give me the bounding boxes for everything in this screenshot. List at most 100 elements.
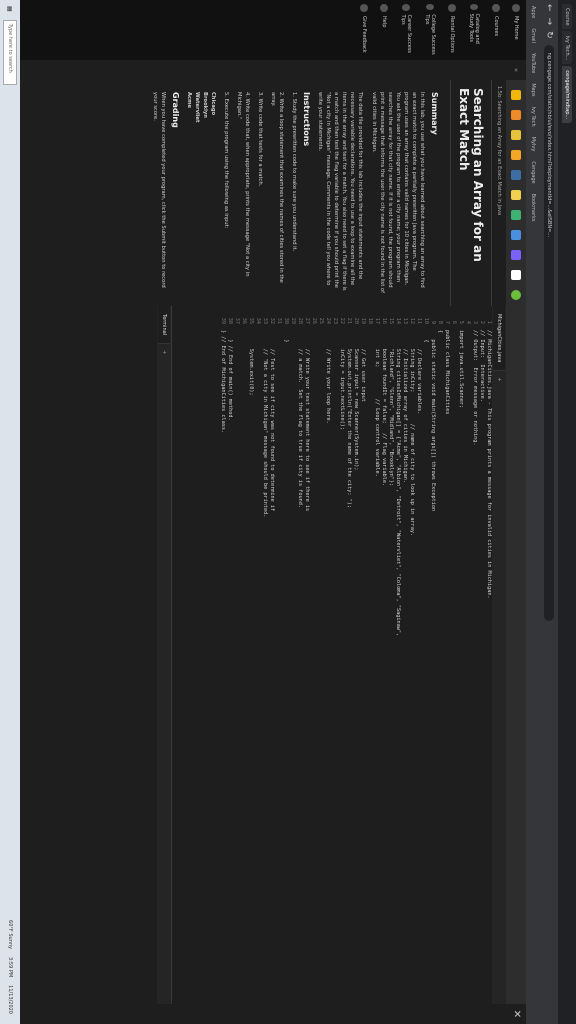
code-line[interactable]: 22 inCity = input.nextLine(); [338,306,345,1024]
terminal-tab[interactable]: Terminal [158,306,170,345]
dictionary-icon[interactable] [511,150,521,160]
code-line[interactable]: 11 // Declare variables. [415,306,422,1024]
sidebar-item-home[interactable]: My Home [506,0,526,60]
sidebar-item-label: College Success Tips [424,14,436,55]
code-line[interactable]: 23 [331,306,338,1024]
add-tab-icon[interactable]: + [493,371,505,387]
sidebar-item-label: Help [381,16,387,28]
code-line[interactable]: 18 [366,306,373,1024]
progress-icon[interactable] [511,290,521,300]
code-line[interactable]: 3 // Output: Error message or nothing. [471,306,478,1024]
code-line[interactable]: 2 // Input: Interactive. [478,306,485,1024]
bookmark[interactable]: Maps [530,83,536,96]
taskbar-search-input[interactable]: Type here to search [3,19,17,85]
bookmark[interactable]: YouTube [530,53,536,73]
line-number: 15 [388,317,394,324]
code-line[interactable]: 32 // Test to see if city was not found … [268,306,275,1024]
back-icon[interactable]: ← [544,4,554,12]
code-line[interactable]: 37 [233,306,240,1024]
panel-divider[interactable] [171,306,172,1024]
terminal-panel[interactable] [0,306,157,1024]
add-terminal-icon[interactable]: + [158,344,170,360]
line-number: 7 [444,320,450,324]
code-line[interactable]: 30 } [282,306,289,1024]
code-line[interactable]: 15 "Richland", "Glenn", "Midland", "Broo… [387,306,394,1024]
code-line[interactable]: 5 import java.util.Scanner; [457,306,464,1024]
summary-paragraph: In this lab, you use what you have learn… [371,92,425,293]
chevron-left-icon[interactable]: « [512,60,526,80]
code-line[interactable]: 35 System.exit(0); [247,306,254,1024]
instruction-step: 2. Write a loop statement that examines … [270,92,284,283]
browser-tab[interactable]: Course [562,4,572,30]
url-field[interactable]: ng.cengage.com/static/nb/ui/evo/index.ht… [544,44,554,621]
sidebar-item-college-tips[interactable]: College Success Tips [418,0,442,60]
sidebar-item-label: Career Success Tips [400,14,412,54]
code-line[interactable]: 31 [275,306,282,1024]
code-line[interactable]: 27 // Write your test statement here to … [303,306,310,1024]
code-line[interactable]: 36 [240,306,247,1024]
code-line[interactable]: 28 // a match. Set the flag to true if c… [296,306,303,1024]
bookmark[interactable]: Apps [530,6,536,18]
code-line[interactable]: 29 [289,306,296,1024]
notes-icon[interactable] [511,130,521,140]
sidebar-item-help[interactable]: Help [374,0,394,60]
code-line[interactable]: 39} // End of MichiganCities class. [219,306,226,1024]
close-icon[interactable]: ✕ [511,1004,522,1024]
rss-icon[interactable] [511,110,521,120]
code-text: System.out.println("Enter the name of th… [346,330,352,509]
code-line[interactable]: 13 // Initialized array of cities in Mic… [401,306,408,1024]
forward-icon[interactable]: → [544,18,554,26]
tree-icon[interactable] [511,210,521,220]
sidebar-item-courses[interactable]: Courses [486,0,506,60]
right-panel: ✕ [0,1004,526,1024]
code-area[interactable]: 1 // MichiganCities.java - This program p… [172,306,492,1024]
pencil-icon[interactable] [511,90,521,100]
line-number: 30 [283,317,289,324]
code-text: public static void main(String args[]) t… [430,330,436,512]
code-line[interactable]: 6 [450,306,457,1024]
bookmark[interactable]: Cengage [530,161,536,183]
code-line[interactable]: 38 } // End of main() method. [226,306,233,1024]
code-line[interactable]: 14 String citiesInMichigan[] = {"Acme", … [394,306,401,1024]
sidebar-item-rental[interactable]: Rental Options [442,0,462,60]
code-line[interactable]: 4 [464,306,471,1024]
windows-start-icon[interactable]: ▦ [7,6,14,12]
code-line[interactable]: 8{ [436,306,443,1024]
sidebar-item-career-tips[interactable]: Career Success Tips [394,0,418,60]
tips-icon [426,4,434,11]
line-number: 8 [437,320,443,324]
doc-icon[interactable] [511,270,521,280]
bookmark[interactable]: Ivy Tech [530,106,536,126]
browser-tab-active[interactable]: cengage/mindtap... [562,66,572,124]
code-line[interactable]: 17 int x; // Loop control variable. [373,306,380,1024]
flashcard-icon[interactable] [511,190,521,200]
code-text: boolean foundIt = false; // Flag variabl… [381,330,387,487]
code-line[interactable]: 1 // MichiganCities.java - This program p… [485,306,492,1024]
code-line[interactable]: 24 // Write your loop here. [324,306,331,1024]
code-line[interactable]: 7 public class MichiganCities [443,306,450,1024]
code-line[interactable]: 33 // "Not a city in Michigan" message s… [261,306,268,1024]
code-line[interactable]: 10 { [422,306,429,1024]
code-text: "Richland", "Glenn", "Midland", "Brookly… [388,330,394,487]
bookmark[interactable]: Bookmarks [530,194,536,222]
browser-tab[interactable]: Ivy Tech... [562,31,572,65]
reload-icon[interactable]: ↻ [544,31,554,39]
app-icon[interactable] [511,250,521,260]
bookmark[interactable]: Gmail [530,28,536,43]
drive-icon[interactable] [511,230,521,240]
code-line[interactable]: 12 String inCity; // name of city to loo… [408,306,415,1024]
code-line[interactable]: 19 // Get user input [359,306,366,1024]
code-line[interactable]: 21 System.out.println("Enter the name of… [345,306,352,1024]
monitor-icon[interactable] [511,170,521,180]
sidebar-item-catalog[interactable]: Catalog and Study Tools [462,0,486,60]
sidebar-item-feedback[interactable]: Give Feedback [354,0,374,60]
code-line[interactable]: 25 [317,306,324,1024]
bookmark[interactable]: MyIvy [530,137,536,152]
code-line[interactable]: 20 Scanner input = new Scanner(System.in… [352,306,359,1024]
file-tab[interactable]: MichiganCities.java [493,306,505,372]
code-line[interactable]: 26 [310,306,317,1024]
code-line[interactable]: 16 boolean foundIt = false; // Flag vari… [380,306,387,1024]
code-line[interactable]: 9 public static void main(String args[])… [429,306,436,1024]
code-line[interactable]: 34 [254,306,261,1024]
line-number: 24 [325,317,331,324]
